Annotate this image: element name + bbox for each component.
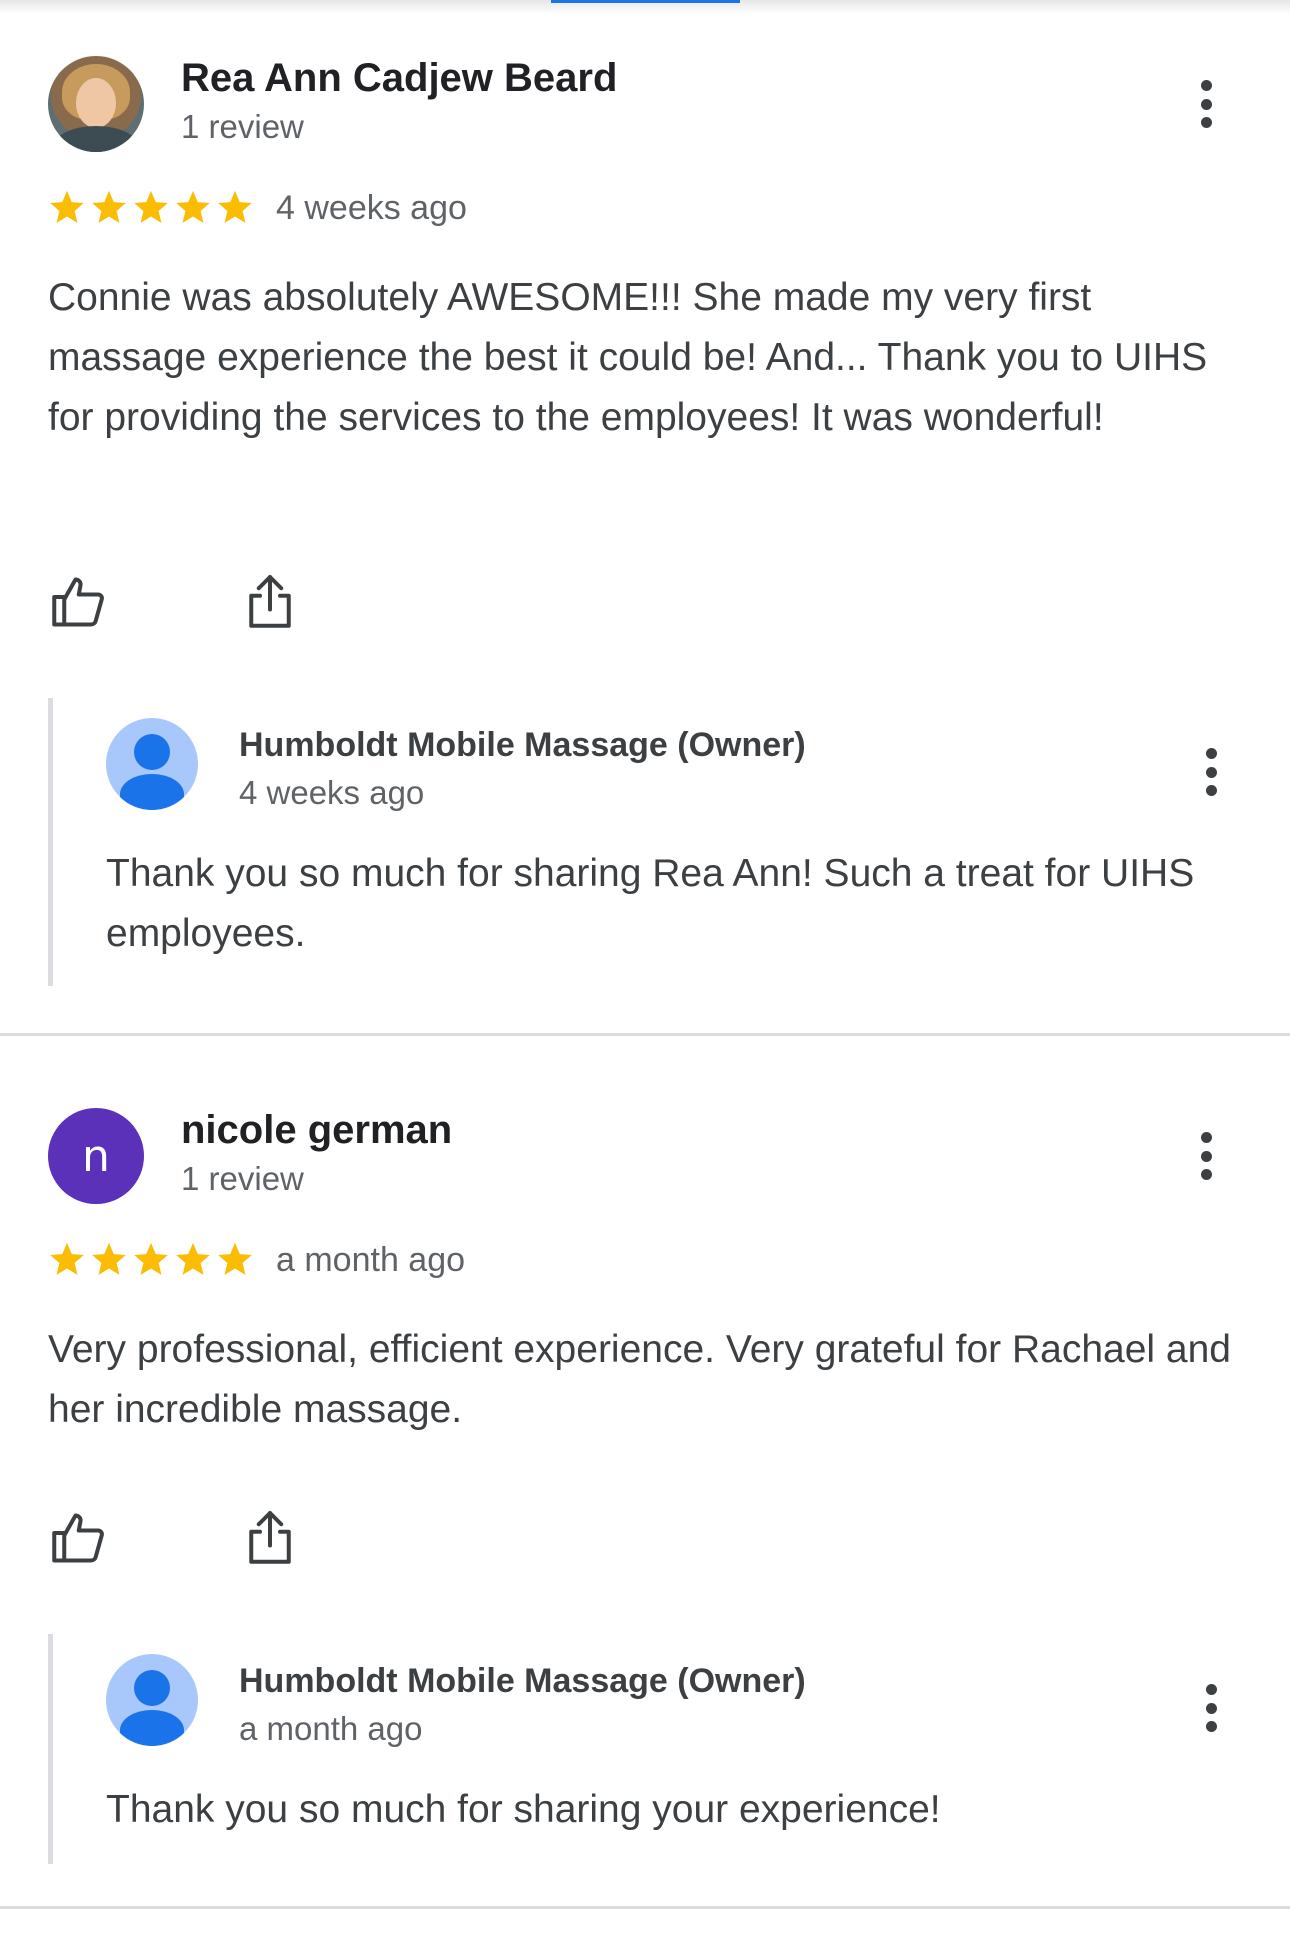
owner-reply: Humboldt Mobile Massage (Owner) a month … bbox=[48, 1634, 1248, 1864]
review-card: n nicole german 1 review a month ago Ver… bbox=[0, 1036, 1290, 1916]
reviews-page: Rea Ann Cadjew Beard 1 review 4 weeks ag… bbox=[0, 0, 1290, 1937]
more-dot bbox=[1205, 1702, 1217, 1714]
more-dot bbox=[1200, 117, 1212, 128]
owner-avatar bbox=[106, 1654, 198, 1746]
thumbs-up-icon[interactable] bbox=[48, 1508, 108, 1568]
reviewer-review-count: 1 review bbox=[181, 1160, 304, 1197]
star-icon bbox=[134, 1242, 168, 1275]
avatar-face bbox=[76, 78, 116, 128]
owner-name: Humboldt Mobile Massage (Owner) bbox=[239, 1662, 806, 1700]
more-vertical-icon bbox=[1205, 748, 1217, 759]
star-icon bbox=[218, 1242, 252, 1275]
star-icon bbox=[50, 1242, 84, 1275]
reviewer-name[interactable]: nicole german bbox=[181, 1108, 452, 1153]
owner-reply-date: a month ago bbox=[239, 1710, 423, 1747]
share-icon[interactable] bbox=[240, 1508, 300, 1568]
star-icon bbox=[92, 1242, 126, 1275]
review-text: Connie was absolutely AWESOME!!! She mad… bbox=[48, 276, 1208, 439]
star-rating bbox=[48, 188, 254, 226]
owner-more-options-button[interactable] bbox=[1191, 1678, 1231, 1738]
star-icon bbox=[50, 190, 84, 223]
review-divider bbox=[0, 1906, 1290, 1909]
more-dot bbox=[1200, 1150, 1212, 1162]
owner-reply-date: 4 weeks ago bbox=[239, 774, 425, 811]
thumbs-up-icon[interactable] bbox=[48, 572, 108, 632]
review-date: a month ago bbox=[276, 1241, 466, 1279]
star-icon bbox=[134, 190, 168, 223]
more-options-button[interactable] bbox=[1186, 1126, 1226, 1186]
more-dot bbox=[1205, 1721, 1217, 1732]
person-icon-body bbox=[120, 1710, 184, 1746]
person-icon bbox=[134, 1670, 170, 1706]
more-dot bbox=[1205, 785, 1217, 796]
more-options-button[interactable] bbox=[1186, 74, 1226, 134]
share-icon[interactable] bbox=[240, 572, 300, 632]
owner-more-options-button[interactable] bbox=[1191, 742, 1231, 802]
star-rating bbox=[48, 1240, 254, 1278]
owner-reply-text: Thank you so much for sharing Rea Ann! S… bbox=[106, 852, 1195, 955]
review-text: Very professional, efficient experience.… bbox=[48, 1328, 1231, 1431]
person-icon bbox=[134, 734, 170, 770]
review-date: 4 weeks ago bbox=[276, 189, 467, 227]
more-vertical-icon bbox=[1205, 1684, 1217, 1695]
star-icon bbox=[176, 1242, 210, 1275]
reviewer-avatar[interactable]: n bbox=[48, 1108, 144, 1204]
star-icon bbox=[176, 190, 210, 223]
more-dot bbox=[1205, 766, 1217, 778]
more-vertical-icon bbox=[1200, 1132, 1212, 1143]
owner-avatar bbox=[106, 718, 198, 810]
star-icon bbox=[92, 190, 126, 223]
more-vertical-icon bbox=[1200, 80, 1212, 91]
more-dot bbox=[1200, 1169, 1212, 1180]
reviewer-name[interactable]: Rea Ann Cadjew Beard bbox=[181, 56, 617, 101]
owner-name: Humboldt Mobile Massage (Owner) bbox=[239, 726, 806, 764]
review-card: Rea Ann Cadjew Beard 1 review 4 weeks ag… bbox=[0, 0, 1290, 1036]
star-icon bbox=[218, 190, 252, 223]
reviewer-avatar[interactable] bbox=[48, 56, 144, 152]
more-dot bbox=[1200, 98, 1212, 110]
owner-reply-text: Thank you so much for sharing your exper… bbox=[106, 1788, 941, 1831]
reviewer-review-count: 1 review bbox=[181, 108, 304, 145]
owner-reply: Humboldt Mobile Massage (Owner) 4 weeks … bbox=[48, 698, 1248, 986]
avatar-shoulders bbox=[54, 126, 138, 152]
person-icon-body bbox=[120, 774, 184, 810]
